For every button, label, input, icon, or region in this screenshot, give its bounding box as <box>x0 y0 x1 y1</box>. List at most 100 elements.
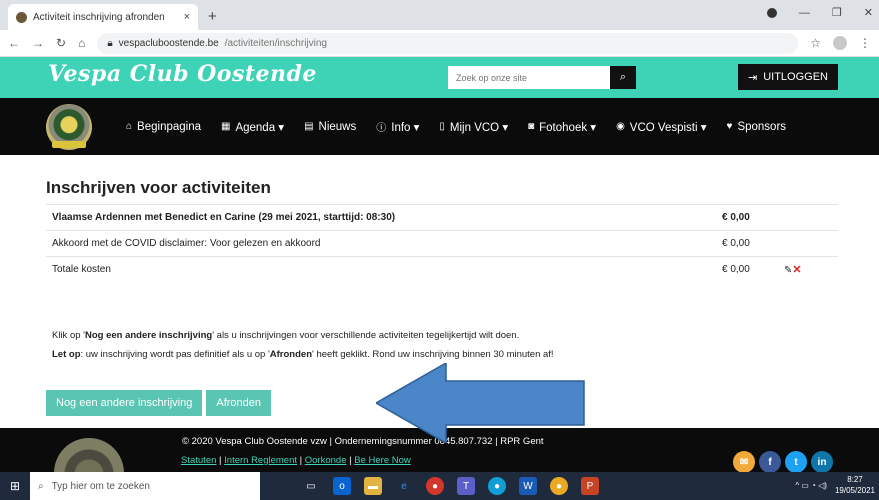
page-title: Inschrijven voor activiteiten <box>46 178 271 197</box>
club-emblem-icon[interactable] <box>46 104 92 150</box>
row-label: Totale kosten <box>46 256 716 283</box>
nav-item-beginpagina[interactable]: ⌂ Beginpagina <box>126 121 201 133</box>
app-icon-blue[interactable]: ● <box>488 477 506 495</box>
document-icon: ▯ <box>439 121 445 132</box>
site-header: Vespa Club Oostende ⌕ ⇥ UITLOGGEN <box>0 57 879 98</box>
footer-link-statuten[interactable]: Statuten <box>181 455 216 466</box>
new-tab-button[interactable]: + <box>198 8 227 30</box>
main-content: Inschrijven voor activiteiten Vlaamse Ar… <box>46 178 838 283</box>
os-taskbar: ⊞ ⌕ Typ hier om te zoeken ▭ o ▬ e ● T ● … <box>0 472 879 500</box>
registration-table: Vlaamse Ardennen met Benedict en Carine … <box>46 204 838 283</box>
row-actions <box>778 230 838 257</box>
taskbar-apps: ▭ o ▬ e ● T ● W ● P <box>302 477 599 495</box>
system-tray: ^ ▭ ◔ ◁) 8:27 19/05/2021 <box>795 474 875 496</box>
nav-item-label: Mijn VCO ▾ <box>449 121 509 134</box>
main-navigation: ⌂ Beginpagina ▦ Agenda ▾ ▤ Nieuws ⓘ Info ▾ ▯ Mijn… <box>0 98 879 155</box>
chrome-icon[interactable]: ● <box>550 477 568 495</box>
footer-links: Statuten | Intern Reglement | Oorkonde |… <box>181 455 411 466</box>
address-bar: ← → ↻ ⌂ 🔒︎ vespacluboostende.be/activite… <box>0 30 879 57</box>
finish-button[interactable]: Afronden <box>206 390 272 416</box>
nav-item-label: Sponsors <box>737 120 787 133</box>
linkedin-icon[interactable]: in <box>811 451 833 473</box>
url-domain: vespacluboostende.be <box>118 37 219 49</box>
taskbar-search-icon: ⌕ <box>38 480 44 492</box>
site-search: ⌕ <box>448 66 636 89</box>
row-price: € 0,00 <box>716 230 778 257</box>
facebook-icon[interactable]: f <box>759 451 781 473</box>
twitter-icon[interactable]: t <box>785 451 807 473</box>
lock-icon: 🔒︎ <box>107 37 113 49</box>
powerpoint-icon[interactable]: P <box>581 477 599 495</box>
social-links: ✉ f t in <box>733 451 833 473</box>
edge-icon[interactable]: e <box>395 477 413 495</box>
close-window-icon[interactable]: ✕ <box>864 6 873 19</box>
row-label: Akkoord met de COVID disclaimer: Voor ge… <box>46 230 716 257</box>
nav-item-sponsors[interactable]: ♥ Sponsors <box>727 121 787 133</box>
window-controls: — ❐ ✕ <box>766 6 873 19</box>
row-price: € 0,00 <box>716 256 778 283</box>
url-input[interactable]: 🔒︎ vespacluboostende.be/activiteiten/ins… <box>97 32 799 54</box>
nav-item-agenda[interactable]: ▦ Agenda ▾ <box>221 120 284 134</box>
search-icon[interactable]: ⌕ <box>610 66 636 89</box>
back-icon[interactable]: ← <box>8 36 20 50</box>
url-path: /activiteiten/inschrijving <box>224 37 327 49</box>
outlook-icon[interactable]: o <box>333 477 351 495</box>
info-line-2: Let op: uw inschrijving wordt pas defini… <box>52 349 554 360</box>
browser-tab-bar: Activiteit inschrijving afronden × + — ❐… <box>0 0 879 30</box>
profile-icon[interactable] <box>766 7 777 18</box>
delete-icon[interactable]: ✕ <box>792 264 801 276</box>
word-icon[interactable]: W <box>519 477 537 495</box>
minimize-icon[interactable]: — <box>799 7 810 19</box>
calendar-icon: ▦ <box>221 121 231 132</box>
nav-item-fotohoek[interactable]: ◙ Fotohoek ▾ <box>528 120 596 134</box>
tab-close-icon[interactable]: × <box>184 11 190 23</box>
footer-link-intern-reglement[interactable]: Intern Reglement <box>224 455 297 466</box>
taskbar-search-placeholder: Typ hier om te zoeken <box>51 480 150 492</box>
tray-icons[interactable]: ^ ▭ ◔ ◁) <box>795 481 827 490</box>
maximize-icon[interactable]: ❐ <box>832 6 842 19</box>
file-explorer-icon[interactable]: ▬ <box>364 477 382 495</box>
site-search-input[interactable] <box>448 66 610 89</box>
camera-icon: ◙ <box>528 121 535 132</box>
row-price: € 0,00 <box>716 204 778 231</box>
nav-item-label: Beginpagina <box>137 120 201 133</box>
nav-items: ⌂ Beginpagina ▦ Agenda ▾ ▤ Nieuws ⓘ Info ▾ ▯ Mijn… <box>126 98 786 155</box>
table-row: Akkoord met de COVID disclaimer: Voor ge… <box>46 230 838 257</box>
email-icon[interactable]: ✉ <box>733 451 755 473</box>
nav-item-mijn-vco[interactable]: ▯ Mijn VCO ▾ <box>439 120 508 134</box>
bookmark-star-icon[interactable]: ☆ <box>810 36 821 50</box>
newspaper-icon: ▤ <box>304 121 314 132</box>
browser-tab[interactable]: Activiteit inschrijving afronden × <box>8 4 198 30</box>
another-registration-button[interactable]: Nog een andere inschrijving <box>46 390 203 416</box>
forward-icon[interactable]: → <box>32 36 44 50</box>
clock[interactable]: 8:27 19/05/2021 <box>835 474 875 496</box>
info-text: Klik op 'Nog een andere inschrijving' al… <box>52 326 554 364</box>
row-actions: ✎✕ <box>778 256 838 283</box>
windows-start-icon[interactable]: ⊞ <box>0 472 30 500</box>
footer-link-oorkonde[interactable]: Oorkonde <box>305 455 347 466</box>
action-buttons: Nog een andere inschrijving Afronden <box>46 390 272 416</box>
row-label: Vlaamse Ardennen met Benedict en Carine … <box>46 204 716 231</box>
nav-item-label: VCO Vespisti ▾ <box>629 121 707 134</box>
nav-item-vco-vespisti[interactable]: ◉ VCO Vespisti ▾ <box>616 120 706 134</box>
info-line-1: Klik op 'Nog een andere inschrijving' al… <box>52 330 520 341</box>
address-bar-actions: ☆ ⋮ <box>810 36 871 50</box>
taskbar-search[interactable]: ⌕ Typ hier om te zoeken <box>30 472 260 500</box>
pointer-arrow-icon <box>376 363 585 443</box>
reload-icon[interactable]: ↻ <box>56 36 66 50</box>
logout-button[interactable]: ⇥ UITLOGGEN <box>738 64 838 90</box>
site-logo[interactable]: Vespa Club Oostende <box>48 61 317 87</box>
location-icon: ◉ <box>616 121 625 132</box>
task-view-icon[interactable]: ▭ <box>302 477 320 495</box>
menu-kebab-icon[interactable]: ⋮ <box>859 36 871 50</box>
heart-icon: ♥ <box>726 121 733 132</box>
info-icon: ⓘ <box>376 123 387 134</box>
site-favicon-icon <box>16 11 27 23</box>
nav-item-info[interactable]: ⓘ Info ▾ <box>376 119 419 135</box>
nav-item-nieuws[interactable]: ▤ Nieuws <box>304 121 356 133</box>
home-browser-icon[interactable]: ⌂ <box>78 36 85 50</box>
footer-link-be-here-now[interactable]: Be Here Now <box>354 455 411 466</box>
app-icon-red[interactable]: ● <box>426 477 444 495</box>
account-avatar-icon[interactable] <box>833 36 847 50</box>
teams-icon[interactable]: T <box>457 477 475 495</box>
